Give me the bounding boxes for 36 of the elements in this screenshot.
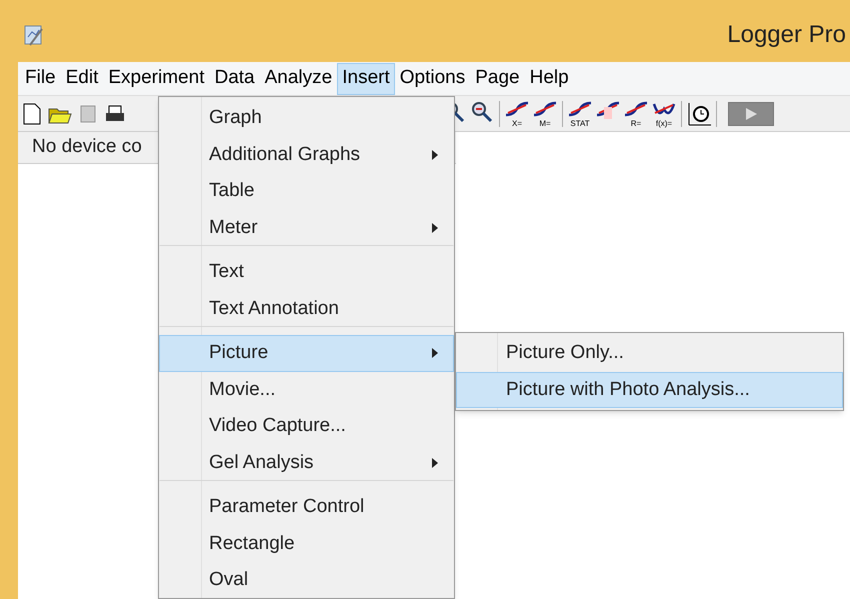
- menu-item[interactable]: Movie...: [159, 372, 454, 408]
- menu-item[interactable]: Parameter Control: [159, 489, 454, 526]
- linear-tool-button[interactable]: R=: [622, 98, 650, 128]
- icon-caption: STAT: [570, 120, 590, 128]
- menu-bar-item[interactable]: Data: [209, 62, 260, 94]
- menu-item[interactable]: Text Annotation: [159, 290, 454, 327]
- icon-caption: M=: [539, 120, 551, 128]
- menu-bar-item[interactable]: Insert: [337, 62, 395, 94]
- menu-bar-item[interactable]: Experiment: [103, 62, 210, 94]
- tangent-tool-button[interactable]: X=: [503, 98, 531, 128]
- menu-item[interactable]: Video Capture...: [159, 408, 454, 444]
- menu-bar-item[interactable]: Page: [470, 62, 525, 94]
- slope-tool-button[interactable]: M=: [531, 98, 559, 128]
- menu-item[interactable]: Text: [159, 254, 454, 290]
- menu-bar-item[interactable]: Edit: [60, 62, 104, 94]
- menu-bar-item[interactable]: Analyze: [260, 62, 338, 94]
- curve-tool-button[interactable]: f(x)=: [650, 98, 678, 128]
- window-title: Logger Pro: [727, 20, 846, 50]
- menu-item[interactable]: Picture with Photo Analysis...: [456, 372, 843, 408]
- menu-bar-item[interactable]: Options: [394, 62, 470, 94]
- menu-item[interactable]: Rectangle: [159, 526, 454, 562]
- menu-item[interactable]: Additional Graphs: [159, 136, 454, 173]
- icon-caption: X=: [512, 120, 522, 128]
- menu-item[interactable]: Graph: [159, 100, 454, 136]
- stat-tool-button[interactable]: STAT: [566, 98, 594, 128]
- icon-caption: f(x)=: [656, 120, 672, 128]
- menu-item[interactable]: Table: [159, 173, 454, 210]
- menu-item[interactable]: Picture: [159, 335, 454, 372]
- device-status: No device co: [32, 135, 142, 160]
- menu-item[interactable]: Gel Analysis: [159, 444, 454, 481]
- menu-item[interactable]: Oval: [159, 562, 454, 598]
- menu-item[interactable]: Meter: [159, 210, 454, 246]
- menu-bar-item[interactable]: Help: [524, 62, 574, 94]
- icon-caption: R=: [630, 120, 642, 128]
- menu-bar-item[interactable]: File: [20, 62, 61, 94]
- menu-item[interactable]: Picture Only...: [456, 335, 843, 372]
